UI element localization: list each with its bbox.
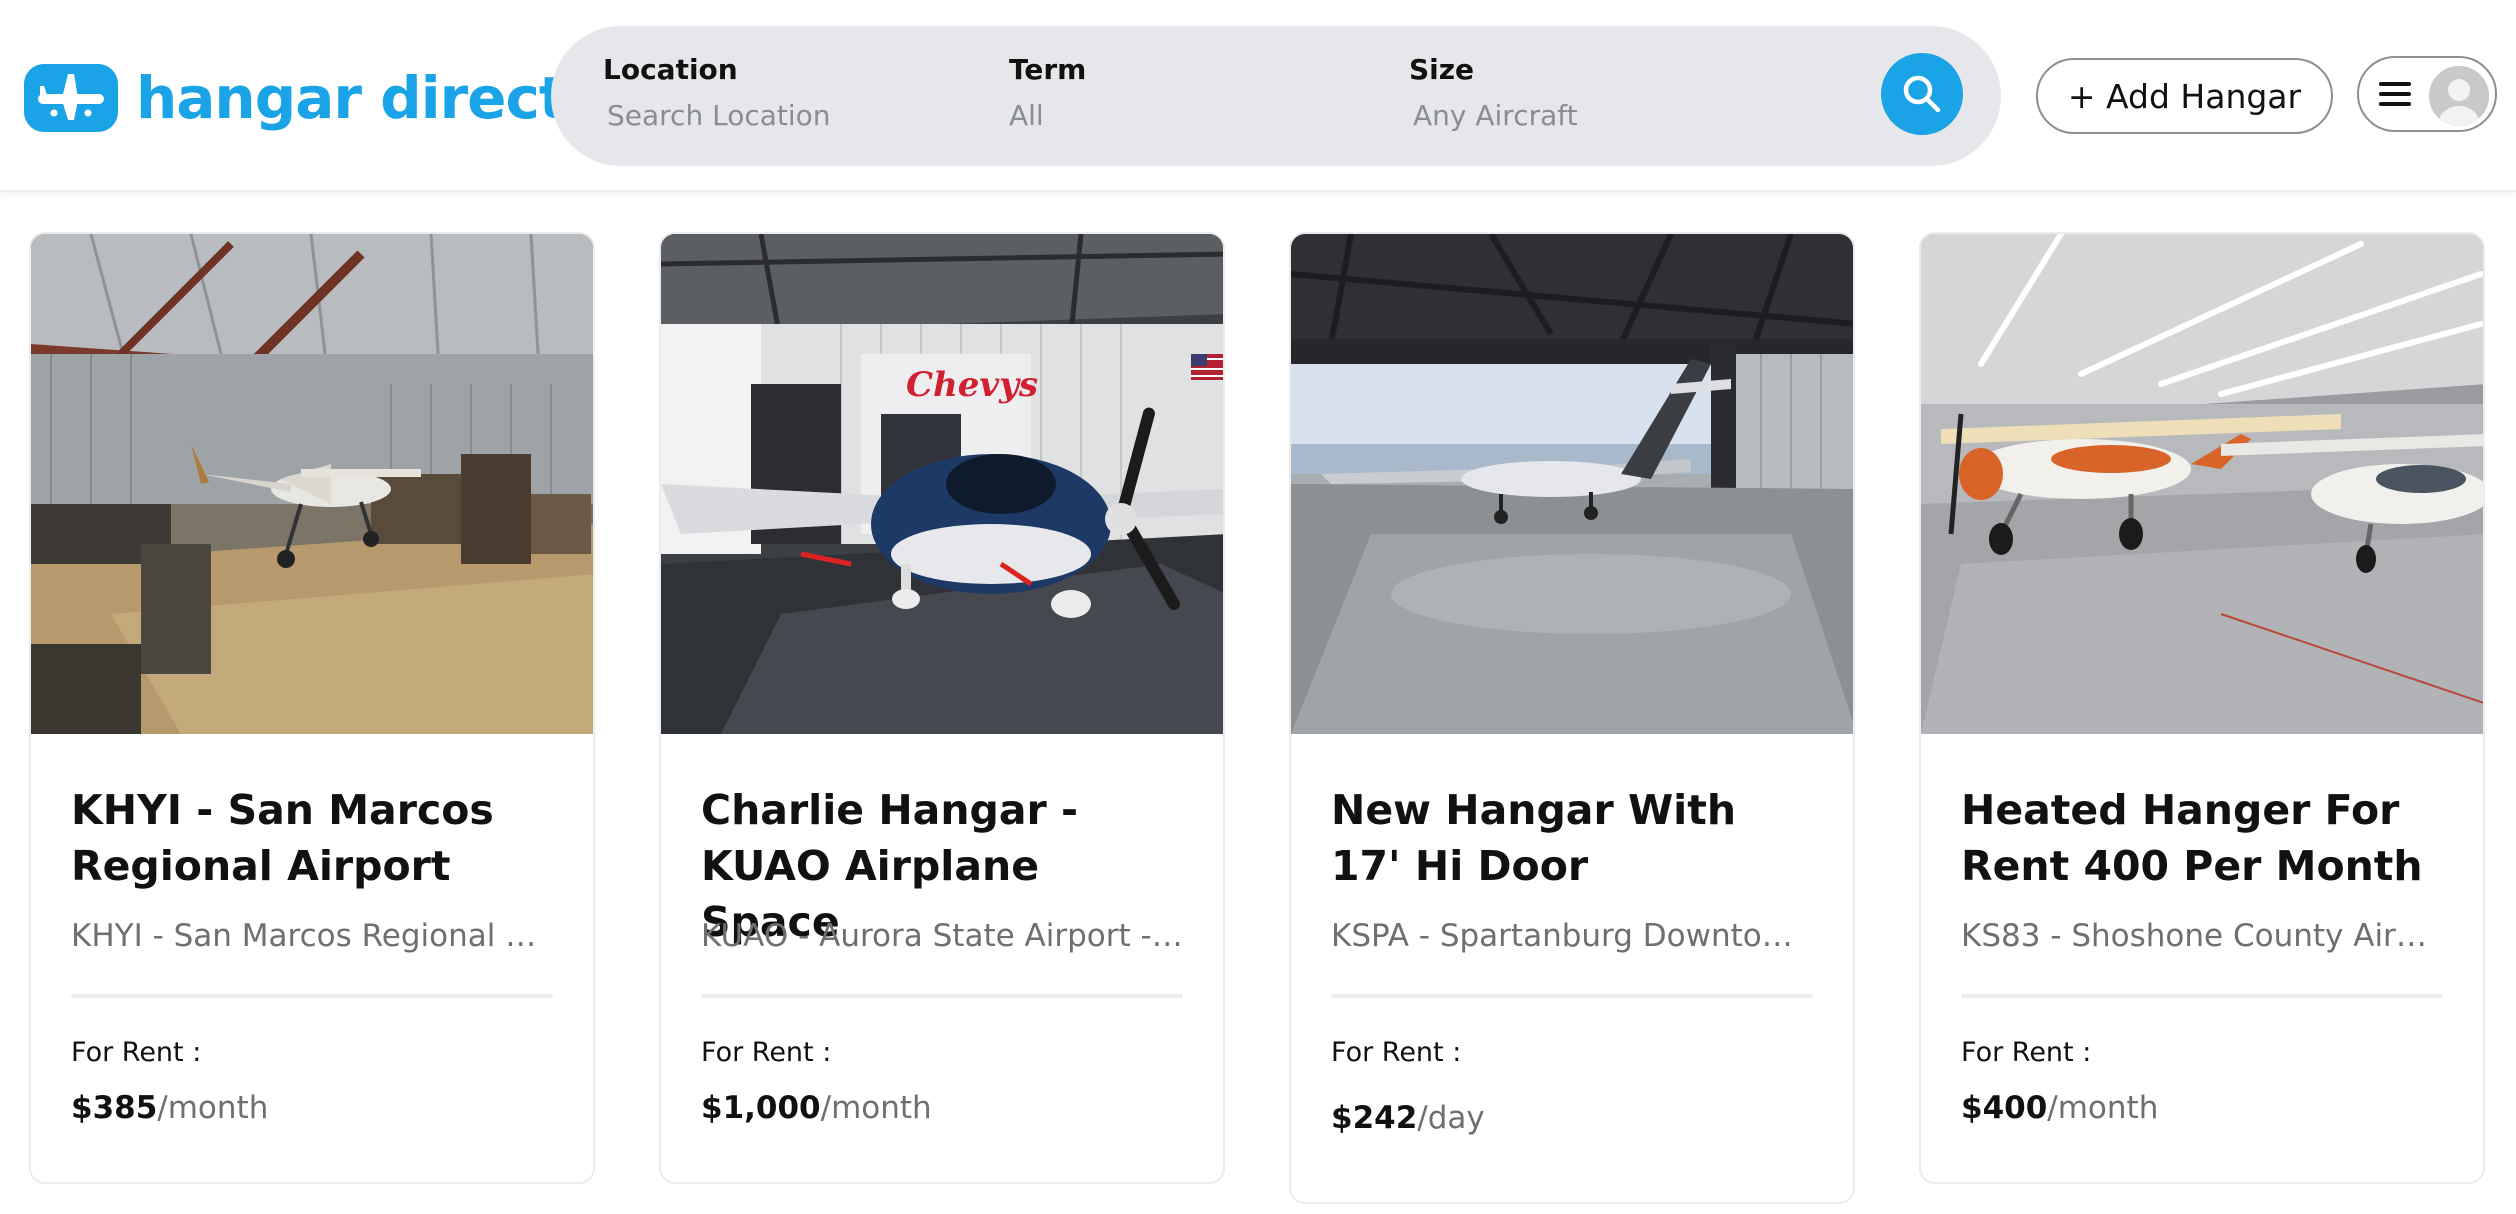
user-avatar-icon (2429, 66, 2489, 126)
location-input[interactable]: Search Location (607, 102, 831, 130)
rent-label: For Rent : (701, 1037, 832, 1068)
search-icon (1903, 75, 1941, 113)
brand-name: hangar direct (136, 64, 567, 132)
location-field[interactable]: Location Search Location (603, 56, 831, 130)
listing-card[interactable]: New Hangar With 17' Hi Door KSPA - Spart… (1289, 232, 1855, 1204)
size-label: Size (1409, 53, 1475, 86)
term-label: Term (1009, 53, 1087, 86)
listing-airport: KS83 - Shoshone County Airpo... (1961, 918, 2443, 954)
listing-price: $400/month (1961, 1088, 2443, 1168)
size-field[interactable]: Size Any Aircraft (1409, 56, 1578, 130)
term-select[interactable]: All (1009, 102, 1086, 130)
user-menu-button[interactable] (2357, 56, 2497, 132)
listing-airport: KSPA - Spartanburg Downtow... (1331, 918, 1813, 954)
rent-label: For Rent : (71, 1037, 202, 1068)
chevys-sign: Chevys (906, 365, 1038, 405)
listing-title[interactable]: KHYI - San Marcos Regional Airport (71, 782, 553, 894)
listing-card[interactable]: Chevys Charlie Hangar - KUAO Airplane Sp… (659, 232, 1225, 1184)
search-button[interactable] (1881, 53, 1963, 135)
price-amount: $242 (1331, 1100, 1418, 1136)
add-hangar-button[interactable]: + Add Hangar (2036, 58, 2333, 134)
location-label: Location (603, 53, 738, 86)
price-period: /month (820, 1090, 932, 1126)
top-header: hangar direct Location Search Location T… (0, 0, 2516, 192)
price-amount: $385 (71, 1090, 158, 1126)
card-divider (1961, 994, 2443, 998)
listing-photo[interactable] (1921, 234, 2483, 734)
listing-card[interactable]: Heated Hanger For Rent 400 Per Month KS8… (1919, 232, 2485, 1184)
listing-airport: KUAO - Aurora State Airport - ... (701, 918, 1183, 954)
listing-title[interactable]: Charlie Hangar - KUAO Airplane Space (701, 782, 1183, 946)
price-period: /month (2047, 1090, 2159, 1126)
listing-price: $385/month (71, 1088, 553, 1168)
listing-photo[interactable] (1291, 234, 1853, 734)
card-divider (1331, 994, 1813, 998)
price-amount: $400 (1961, 1090, 2048, 1126)
search-bar: Location Search Location Term All Size A… (551, 26, 2001, 166)
listing-card[interactable]: KHYI - San Marcos Regional Airport KHYI … (29, 232, 595, 1184)
size-select[interactable]: Any Aircraft (1413, 102, 1578, 130)
listing-title[interactable]: Heated Hanger For Rent 400 Per Month (1961, 782, 2443, 894)
rent-label: For Rent : (1961, 1037, 2092, 1068)
listing-title[interactable]: New Hangar With 17' Hi Door (1331, 782, 1813, 894)
hangar-direct-logo[interactable]: hangar direct (24, 62, 567, 134)
card-divider (71, 994, 553, 998)
airplane-logo-icon (24, 64, 118, 132)
term-field[interactable]: Term All (1009, 56, 1086, 130)
price-period: /day (1417, 1100, 1485, 1136)
listing-price: $242/day (1331, 1098, 1813, 1178)
listing-airport: KHYI - San Marcos Regional Ai... (71, 918, 553, 954)
listing-photo[interactable]: Chevys (661, 234, 1223, 734)
listing-photo[interactable] (31, 234, 593, 734)
card-divider (701, 994, 1183, 998)
price-period: /month (157, 1090, 269, 1126)
price-amount: $1,000 (701, 1090, 821, 1126)
rent-label: For Rent : (1331, 1037, 1462, 1068)
hamburger-icon (2379, 80, 2411, 108)
listing-price: $1,000/month (701, 1088, 1183, 1168)
